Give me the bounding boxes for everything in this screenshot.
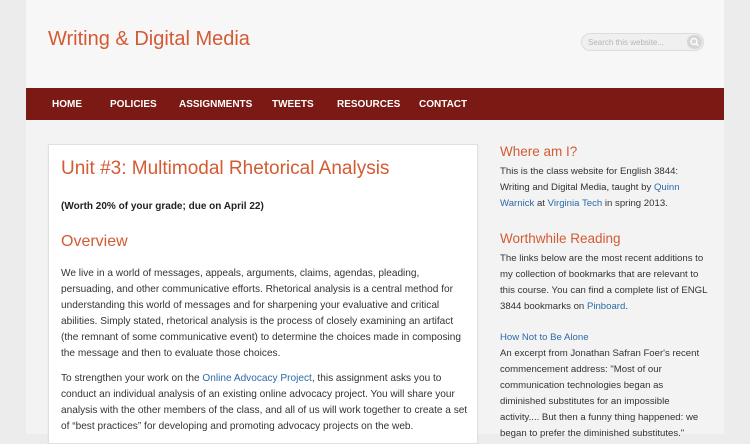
paragraph-text: To strengthen your work on the [61, 373, 203, 384]
nav-item-contact[interactable]: CONTACT [419, 99, 467, 110]
overview-heading: Overview [61, 233, 128, 250]
search-box [581, 33, 704, 51]
sidebar-text: in spring 2013. [602, 198, 668, 209]
worthwhile-reading-text: The links below are the most recent addi… [500, 251, 710, 315]
pinboard-link[interactable]: Pinboard [587, 301, 625, 312]
search-button[interactable] [687, 35, 702, 49]
page-title: Unit #3: Multimodal Rhetorical Analysis [61, 158, 390, 179]
nav-item-policies[interactable]: POLICIES [110, 99, 157, 110]
sidebar-text: This is the class website for English 38… [500, 166, 679, 193]
online-advocacy-project-link[interactable]: Online Advocacy Project [202, 373, 311, 384]
overview-paragraph-1: We live in a world of messages, appeals,… [61, 268, 462, 359]
nav-item-assignments[interactable]: ASSIGNMENTS [179, 99, 252, 110]
main-content: Unit #3: Multimodal Rhetorical Analysis … [48, 144, 478, 444]
overview-paragraph-2: To strengthen your work on the Online Ad… [61, 371, 471, 435]
nav-item-tweets[interactable]: TWEETS [272, 99, 314, 110]
nav-item-resources[interactable]: RESOURCES [337, 99, 400, 110]
bookmark-excerpt: An excerpt from Jonathan Safran Foer's r… [500, 348, 700, 439]
nav-item-home[interactable]: HOME [52, 99, 82, 110]
search-icon [690, 37, 699, 47]
page: Writing & Digital Media HOME POLICIES AS… [26, 0, 724, 444]
main-nav: HOME POLICIES ASSIGNMENTS TWEETS RESOURC… [26, 88, 724, 120]
search-input[interactable] [588, 34, 684, 50]
sidebar-text: . [625, 301, 629, 312]
site-title[interactable]: Writing & Digital Media [48, 28, 250, 51]
worthwhile-reading-heading: Worthwhile Reading [500, 231, 621, 246]
sidebar-text: at [534, 198, 548, 209]
grade-weight-note: (Worth 20% of your grade; due on April 2… [61, 201, 264, 212]
where-am-i-text: This is the class website for English 38… [500, 164, 710, 212]
site-header: Writing & Digital Media [26, 0, 724, 88]
virginia-tech-link[interactable]: Virginia Tech [548, 198, 603, 209]
bookmark-link[interactable]: How Not to Be Alone [500, 332, 589, 343]
where-am-i-heading: Where am I? [500, 144, 578, 159]
